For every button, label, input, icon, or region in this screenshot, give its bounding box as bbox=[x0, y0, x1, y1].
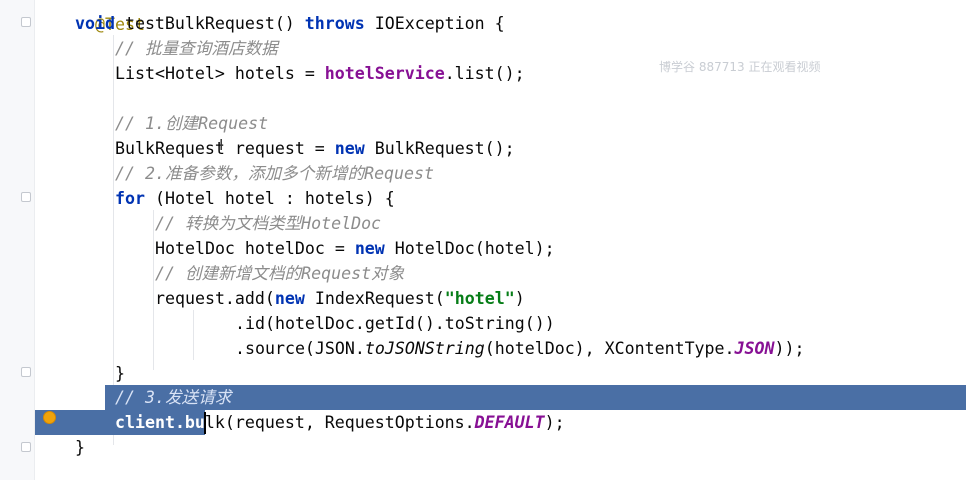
code-line[interactable]: } bbox=[115, 361, 966, 386]
code-line[interactable]: void testBulkRequest() throws IOExceptio… bbox=[75, 11, 966, 36]
code-line[interactable]: for (Hotel hotel : hotels) { bbox=[115, 186, 966, 211]
code-text: ) bbox=[514, 289, 525, 308]
code-line-selected[interactable]: // 3.发送请求 bbox=[115, 385, 966, 410]
fold-marker-for-end[interactable] bbox=[21, 367, 31, 377]
code-text: .source(JSON. bbox=[235, 339, 365, 358]
constant: DEFAULT bbox=[474, 413, 545, 432]
code-text: request.add( bbox=[155, 289, 275, 308]
code-text: client.bulk(request, RequestOptions. bbox=[115, 413, 205, 432]
code-comment: // 2.准备参数，添加多个新增的Request bbox=[115, 164, 435, 183]
keyword: new bbox=[354, 239, 385, 258]
code-line[interactable]: .id(hotelDoc.getId().toString()) bbox=[235, 311, 966, 336]
static-method: toJSONString bbox=[364, 339, 485, 358]
code-text: List<Hotel> hotels = bbox=[115, 64, 325, 83]
code-comment: // 1.创建Request bbox=[115, 114, 269, 133]
closing-brace: } bbox=[75, 438, 85, 457]
code-comment: // 创建新增文档的Request对象 bbox=[155, 264, 405, 283]
keyword: void bbox=[75, 14, 115, 33]
code-text: BulkRequest request = bbox=[115, 139, 335, 158]
code-text: )); bbox=[774, 339, 805, 358]
code-line-current[interactable]: client.bulk(request, RequestOptions. DEFA… bbox=[115, 410, 966, 435]
ibeam-cursor-icon: I bbox=[219, 136, 224, 154]
selected-text-overlay: client.bulk(request, RequestOptions. bbox=[115, 410, 205, 435]
code-text: (hotelDoc), XContentType. bbox=[484, 339, 735, 358]
code-text: .list(); bbox=[444, 64, 525, 83]
code-line[interactable]: // 2.准备参数，添加多个新增的Request bbox=[115, 161, 966, 186]
keyword: throws bbox=[304, 14, 365, 33]
code-line[interactable]: // 1.创建Request bbox=[115, 111, 966, 136]
indent-guide bbox=[153, 210, 154, 370]
code-line[interactable]: // 创建新增文档的Request对象 bbox=[155, 261, 966, 286]
keyword: new bbox=[334, 139, 365, 158]
breakpoint-icon[interactable] bbox=[43, 411, 56, 424]
code-line[interactable]: HotelDoc hotelDoc = new HotelDoc(hotel); bbox=[155, 236, 966, 261]
constant: JSON bbox=[734, 339, 775, 358]
indent-guide bbox=[113, 35, 114, 445]
code-line[interactable]: List<Hotel> hotels = hotelService.list()… bbox=[115, 61, 966, 86]
code-line[interactable]: // 转换为文档类型HotelDoc bbox=[155, 211, 966, 236]
editor-gutter[interactable] bbox=[0, 0, 35, 480]
fold-marker-for[interactable] bbox=[21, 192, 31, 202]
fold-marker-method-end[interactable] bbox=[21, 442, 31, 452]
code-text: HotelDoc(hotel); bbox=[384, 239, 555, 258]
indent-guide bbox=[193, 310, 194, 360]
code-line[interactable]: } bbox=[75, 435, 966, 460]
code-text: IOException { bbox=[364, 14, 505, 33]
code-line[interactable]: request.add(new IndexRequest("hotel") bbox=[155, 286, 966, 311]
code-line[interactable]: .source(JSON.toJSONString(hotelDoc), XCo… bbox=[235, 336, 966, 361]
code-text: ); bbox=[544, 413, 565, 432]
keyword: for bbox=[115, 189, 145, 208]
text-caret bbox=[204, 412, 206, 434]
field-reference: hotelService bbox=[324, 64, 445, 83]
fold-marker-method[interactable] bbox=[21, 17, 31, 27]
closing-brace: } bbox=[115, 364, 125, 383]
code-comment: // 3.发送请求 bbox=[115, 388, 232, 407]
code-text: IndexRequest( bbox=[304, 289, 445, 308]
code-comment: // 批量查询酒店数据 bbox=[115, 39, 278, 58]
code-text: testBulkRequest() bbox=[114, 14, 305, 33]
code-text: (Hotel hotel : hotels) { bbox=[144, 189, 395, 208]
keyword: new bbox=[274, 289, 305, 308]
code-line[interactable]: BulkRequest request = new BulkRequest(); bbox=[115, 136, 966, 161]
string-literal: "hotel" bbox=[444, 289, 515, 308]
code-text: HotelDoc hotelDoc = bbox=[155, 239, 355, 258]
code-text: .id(hotelDoc.getId().toString()) bbox=[235, 314, 555, 333]
code-line[interactable]: // 批量查询酒店数据 bbox=[115, 36, 966, 61]
code-comment: // 转换为文档类型HotelDoc bbox=[155, 214, 382, 233]
code-text: BulkRequest(); bbox=[364, 139, 515, 158]
